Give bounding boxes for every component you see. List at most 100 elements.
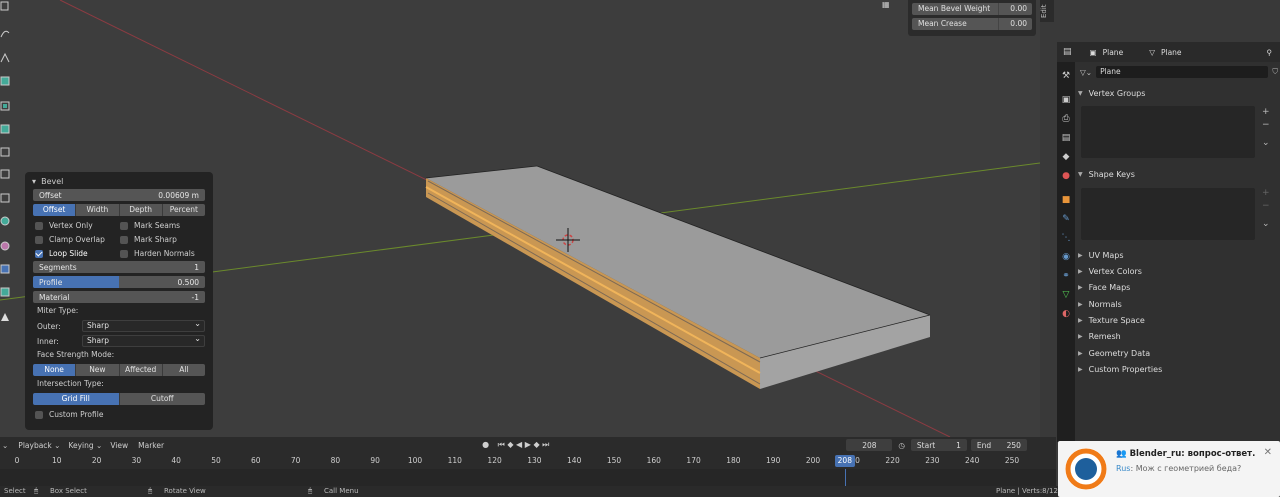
edit-sidebar-tab[interactable]: Edit bbox=[1040, 0, 1054, 22]
pin-icon[interactable]: ⚲ bbox=[1267, 48, 1273, 57]
intersection-option[interactable]: Grid Fill bbox=[33, 393, 120, 405]
shape-keys-panel-header[interactable]: ▼ Shape Keys bbox=[1078, 167, 1135, 181]
shape-keys-menu-icon[interactable]: ⌄ bbox=[1262, 219, 1274, 229]
keying-menu[interactable]: Keying ⌄ bbox=[68, 441, 102, 450]
render-tab-icon[interactable]: ▣ bbox=[1060, 94, 1072, 106]
record-icon[interactable]: ● bbox=[482, 440, 489, 449]
segments-field[interactable]: Segments 1 bbox=[33, 261, 205, 273]
tool-inset-icon[interactable] bbox=[0, 100, 10, 112]
header-object-name[interactable]: Plane bbox=[1103, 48, 1124, 57]
tool-knife-icon[interactable] bbox=[0, 168, 10, 180]
start-frame-field[interactable]: Start 1 bbox=[910, 439, 967, 451]
uv-maps-panel-header[interactable]: ▶ UV Maps bbox=[1078, 248, 1124, 262]
tool-tab-icon[interactable]: ⚒ bbox=[1060, 70, 1072, 82]
playback-menu[interactable]: Playback ⌄ bbox=[18, 441, 60, 450]
vertex-only-checkbox[interactable]: Vertex Only bbox=[35, 219, 120, 232]
tool-loopcut-icon[interactable] bbox=[0, 146, 10, 158]
current-frame-field[interactable]: 208 bbox=[846, 439, 893, 451]
tool-polybuild-icon[interactable] bbox=[0, 192, 10, 204]
header-mesh-name[interactable]: Plane bbox=[1161, 48, 1182, 57]
3d-viewport[interactable]: ▦ Mean Bevel Weight 0.00 Mean Crease 0.0… bbox=[0, 0, 1040, 437]
viewport-grid-icon[interactable]: ▦ bbox=[882, 0, 896, 9]
shape-keys-remove-button[interactable]: − bbox=[1262, 201, 1274, 211]
face-strength-option[interactable]: None bbox=[33, 364, 77, 376]
constraints-tab-icon[interactable]: ⚭ bbox=[1060, 270, 1072, 282]
face-strength-option[interactable]: Affected bbox=[119, 364, 163, 376]
close-icon[interactable]: ✕ bbox=[1264, 447, 1272, 458]
particles-tab-icon[interactable]: ⋱ bbox=[1060, 232, 1072, 244]
vertex-groups-add-button[interactable]: + bbox=[1262, 107, 1274, 117]
offset-field[interactable]: Offset 0.00609 m bbox=[33, 189, 205, 201]
timeline-editor-icon[interactable]: ⌄ bbox=[2, 441, 8, 450]
geometry-data-panel-header[interactable]: ▶ Geometry Data bbox=[1078, 346, 1150, 360]
shape-keys-list[interactable] bbox=[1081, 188, 1255, 240]
mean-crease-field[interactable]: Mean Crease 0.00 bbox=[912, 18, 1032, 30]
tool-annotate-icon[interactable] bbox=[0, 27, 10, 39]
width-type-option[interactable]: Offset bbox=[33, 204, 77, 216]
tool-bevel-icon[interactable] bbox=[0, 123, 10, 135]
width-type-option[interactable]: Depth bbox=[119, 204, 163, 216]
mesh-datablock-icon[interactable]: ▽⌄ bbox=[1080, 68, 1092, 77]
jump-start-icon[interactable]: ⏮ bbox=[498, 440, 505, 449]
mark-seams-checkbox[interactable]: Mark Seams bbox=[120, 219, 205, 232]
normals-panel-header[interactable]: ▶ Normals bbox=[1078, 297, 1122, 311]
editor-type-icon[interactable]: ▤ bbox=[1063, 47, 1072, 57]
output-tab-icon[interactable]: ⎙ bbox=[1060, 113, 1072, 125]
texture-space-panel-header[interactable]: ▶ Texture Space bbox=[1078, 313, 1145, 327]
physics-tab-icon[interactable]: ◉ bbox=[1060, 251, 1072, 263]
tool-edge-slide-icon[interactable] bbox=[0, 263, 10, 275]
mean-bevel-weight-field[interactable]: Mean Bevel Weight 0.00 bbox=[912, 3, 1032, 15]
tool-spin-icon[interactable] bbox=[0, 215, 10, 227]
custom-properties-panel-header[interactable]: ▶ Custom Properties bbox=[1078, 362, 1162, 376]
object-tab-icon[interactable]: ■ bbox=[1060, 194, 1072, 206]
shape-keys-add-button[interactable]: + bbox=[1262, 188, 1274, 198]
tool-cursor-icon[interactable] bbox=[0, 52, 10, 64]
mark-sharp-checkbox[interactable]: Mark Sharp bbox=[120, 233, 205, 246]
loop-slide-checkbox[interactable]: Loop Slide bbox=[35, 247, 120, 260]
vertex-groups-remove-button[interactable]: − bbox=[1262, 120, 1274, 130]
timeline-track[interactable] bbox=[0, 469, 1056, 486]
outer-miter-dropdown[interactable]: Sharp bbox=[82, 319, 205, 332]
tool-smooth-icon[interactable] bbox=[0, 240, 10, 252]
prev-keyframe-icon[interactable]: ◆ bbox=[507, 440, 513, 449]
modifier-tab-icon[interactable]: ✎ bbox=[1060, 213, 1072, 225]
inner-miter-dropdown[interactable]: Sharp bbox=[82, 334, 205, 347]
width-type-option[interactable]: Width bbox=[76, 204, 120, 216]
tool-shear-icon[interactable] bbox=[0, 311, 10, 323]
playhead-marker[interactable]: 208 bbox=[834, 455, 855, 467]
vertex-colors-panel-header[interactable]: ▶ Vertex Colors bbox=[1078, 264, 1142, 278]
view-menu[interactable]: View bbox=[110, 441, 128, 450]
tool-shrink-icon[interactable] bbox=[0, 286, 10, 298]
vertex-groups-menu-icon[interactable]: ⌄ bbox=[1262, 138, 1274, 148]
view-layer-tab-icon[interactable]: ▤ bbox=[1060, 132, 1072, 144]
profile-slider[interactable]: Profile 0.500 bbox=[33, 276, 205, 288]
play-icon[interactable]: ▶ bbox=[525, 440, 531, 449]
harden-normals-checkbox[interactable]: Harden Normals bbox=[120, 247, 205, 260]
chat-notification[interactable]: 👥 Blender_ru: вопрос-ответ. Rus: Мож с г… bbox=[1058, 441, 1280, 497]
clamp-overlap-checkbox[interactable]: Clamp Overlap bbox=[35, 233, 120, 246]
width-type-option[interactable]: Percent bbox=[162, 204, 205, 216]
mean-bevel-weight-value[interactable]: 0.00 bbox=[998, 3, 1032, 15]
mesh-data-tab-icon[interactable]: ▽ bbox=[1060, 289, 1072, 301]
face-strength-option[interactable]: New bbox=[76, 364, 120, 376]
next-keyframe-icon[interactable]: ◆ bbox=[533, 440, 539, 449]
world-tab-icon[interactable]: ● bbox=[1060, 170, 1072, 182]
custom-profile-checkbox[interactable]: Custom Profile bbox=[35, 408, 205, 421]
material-field[interactable]: Material -1 bbox=[33, 291, 205, 303]
face-maps-panel-header[interactable]: ▶ Face Maps bbox=[1078, 280, 1130, 294]
tool-move-icon[interactable] bbox=[0, 0, 10, 12]
end-frame-field[interactable]: End 250 bbox=[970, 439, 1027, 451]
material-tab-icon[interactable]: ◐ bbox=[1060, 308, 1072, 320]
mesh-name-field[interactable]: Plane bbox=[1096, 66, 1269, 78]
vertex-groups-panel-header[interactable]: ▼ Vertex Groups bbox=[1078, 86, 1145, 100]
mean-crease-value[interactable]: 0.00 bbox=[998, 18, 1032, 30]
intersection-option[interactable]: Cutoff bbox=[119, 393, 205, 405]
vertex-groups-list[interactable] bbox=[1081, 106, 1255, 158]
fake-user-shield-icon[interactable]: ⛉ bbox=[1272, 67, 1278, 77]
jump-end-icon[interactable]: ⏭ bbox=[542, 440, 549, 449]
remesh-panel-header[interactable]: ▶ Remesh bbox=[1078, 329, 1121, 343]
marker-menu[interactable]: Marker bbox=[138, 441, 164, 450]
bevel-panel-header[interactable]: ▾ Bevel bbox=[29, 175, 209, 189]
timeline-ruler[interactable]: 0 10 20 30 40 50 60 70 80 90 100 110 120 130 140 150 160… bbox=[0, 453, 1056, 469]
clock-icon[interactable]: ◷ bbox=[898, 441, 905, 450]
